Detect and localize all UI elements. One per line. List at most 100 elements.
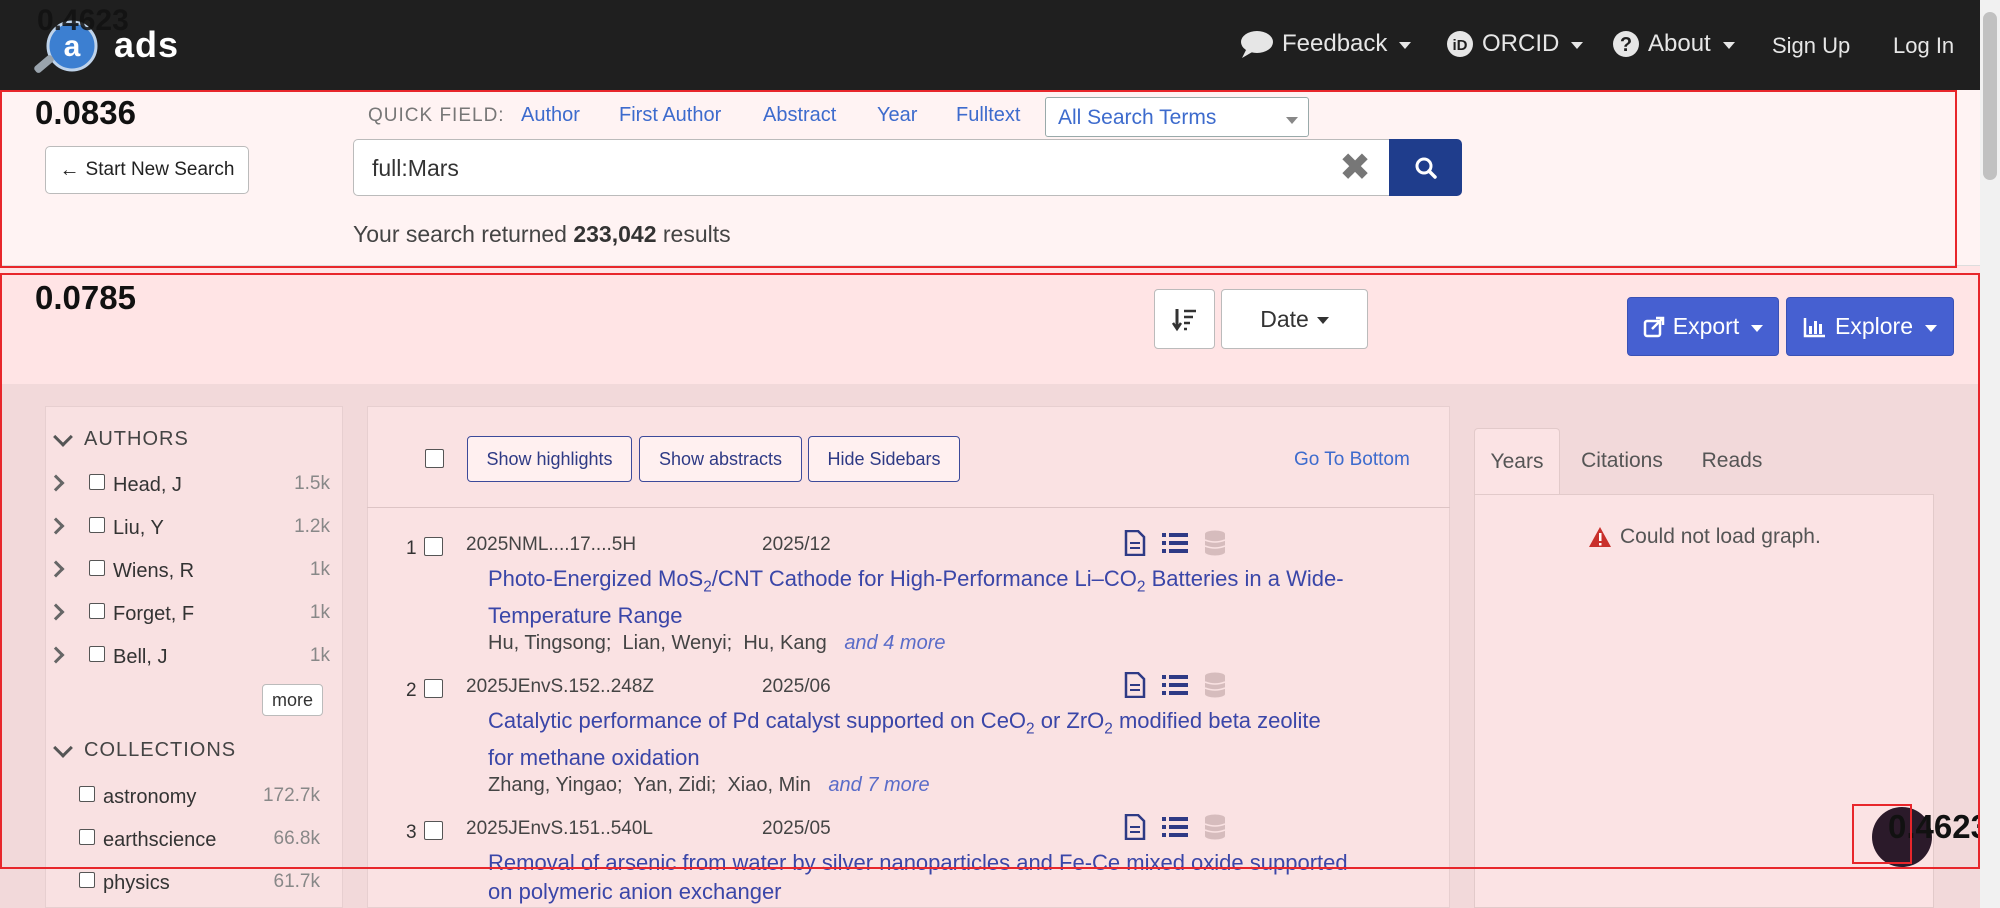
graph-error-message: Could not load graph. [1588, 525, 1821, 549]
graph-error-text: Could not load graph. [1620, 525, 1821, 548]
overlay-score-label: 0.0836 [35, 94, 136, 131]
facet-checkbox[interactable] [89, 474, 105, 490]
quick-field-first-author[interactable]: First Author [619, 104, 721, 127]
result-author[interactable]: Xiao, Min [727, 774, 810, 796]
explore-label: Explore [1835, 313, 1913, 339]
sort-descending-icon [1171, 309, 1196, 332]
result-title-link[interactable]: Catalytic performance of Pd catalyst sup… [488, 706, 1348, 772]
nav-about-label: About [1648, 30, 1711, 57]
facet-count: 61.7k [273, 871, 320, 892]
facet-author-name: Liu, Y [113, 517, 164, 539]
tab-reads[interactable]: Reads [1686, 428, 1778, 494]
svg-text:?: ? [1620, 34, 1632, 56]
facet-collection-name: physics [103, 872, 170, 894]
sort-field-dropdown[interactable]: Date [1221, 289, 1368, 349]
document-icon[interactable] [1124, 814, 1146, 840]
result-icons [1124, 530, 1226, 556]
document-icon[interactable] [1124, 530, 1146, 556]
list-icon[interactable] [1162, 816, 1188, 838]
export-button[interactable]: Export [1627, 297, 1779, 356]
sort-direction-button[interactable] [1154, 289, 1215, 349]
arrow-left-icon: ← [59, 158, 80, 181]
svg-text:iD: iD [1453, 37, 1468, 54]
share-square-icon [1643, 316, 1664, 337]
result-author[interactable]: Lian, Wenyi; [623, 632, 733, 654]
facet-count: 1k [309, 645, 330, 666]
result-number: 2 [406, 680, 417, 701]
bar-chart-icon [1803, 317, 1825, 337]
facet-checkbox[interactable] [89, 517, 105, 533]
result-icons [1124, 672, 1226, 698]
facet-count: 1.5k [294, 473, 330, 494]
nav-sign-up[interactable]: Sign Up [1772, 33, 1850, 59]
clear-search-icon[interactable]: ✖ [1339, 149, 1371, 187]
result-checkbox[interactable] [424, 679, 443, 698]
go-to-bottom-link[interactable]: Go To Bottom [1294, 449, 1410, 471]
show-abstracts-button[interactable]: Show abstracts [639, 436, 802, 482]
result-title-subscript: 2 [703, 578, 712, 596]
nav-about[interactable]: ? About [1612, 30, 1735, 58]
start-new-search-label: Start New Search [85, 159, 235, 180]
facet-checkbox[interactable] [89, 603, 105, 619]
authors-facet-header[interactable]: AUTHORS [53, 426, 189, 451]
result-suffix: results [662, 221, 731, 247]
question-circle-icon: ? [1613, 31, 1639, 57]
caret-down-icon [1286, 117, 1298, 124]
result-date: 2025/12 [762, 534, 831, 555]
result-author[interactable]: Zhang, Yingao; [488, 774, 623, 796]
orcid-icon: iD [1447, 31, 1473, 57]
result-title-text: Catalytic performance of Pd catalyst sup… [488, 708, 1027, 733]
tab-citations[interactable]: Citations [1566, 428, 1678, 494]
overlay-score-label: 0.0785 [35, 279, 136, 316]
nav-feedback[interactable]: Feedback [1240, 30, 1412, 58]
facet-checkbox[interactable] [79, 872, 95, 888]
more-authors-link[interactable]: and 4 more [844, 632, 945, 654]
result-bibcode[interactable]: 2025NML....17....5H [466, 534, 636, 556]
select-all-checkbox[interactable] [425, 449, 444, 468]
result-title-link[interactable]: Removal of arsenic from water by silver … [488, 848, 1348, 906]
quick-field-author[interactable]: Author [521, 104, 580, 127]
nav-orcid[interactable]: iD ORCID [1446, 30, 1584, 58]
result-title-link[interactable]: Photo-Energized MoS2/CNT Cathode for Hig… [488, 564, 1348, 630]
show-highlights-button[interactable]: Show highlights [467, 436, 632, 482]
search-input[interactable] [370, 154, 1270, 183]
facet-collection-name: astronomy [103, 786, 197, 808]
collections-facet-header[interactable]: COLLECTIONS [53, 737, 236, 762]
list-icon[interactable] [1162, 532, 1188, 554]
facet-more-button[interactable]: more [262, 684, 323, 716]
caret-down-icon [1751, 324, 1764, 332]
result-author[interactable]: Yan, Zidi; [633, 774, 716, 796]
result-bibcode[interactable]: 2025JEnvS.152..248Z [466, 676, 654, 698]
authors-facet-title: AUTHORS [84, 428, 189, 450]
top-navbar: a ads Feedback iD ORCID ? About Sign Up … [0, 0, 1980, 90]
scrollbar-thumb[interactable] [1983, 12, 1997, 180]
result-author[interactable]: Hu, Kang [743, 632, 826, 654]
document-icon[interactable] [1124, 672, 1146, 698]
search-button[interactable] [1389, 139, 1462, 196]
nav-orcid-label: ORCID [1482, 30, 1560, 57]
result-checkbox[interactable] [424, 821, 443, 840]
hide-sidebars-button[interactable]: Hide Sidebars [808, 436, 960, 482]
quick-field-abstract[interactable]: Abstract [763, 104, 836, 127]
list-icon[interactable] [1162, 674, 1188, 696]
facet-checkbox[interactable] [79, 829, 95, 845]
explore-button[interactable]: Explore [1786, 297, 1954, 356]
overlay-score-label: 0.4623 [37, 4, 129, 37]
quick-field-fulltext[interactable]: Fulltext [956, 104, 1020, 127]
facet-collection-name: earthscience [103, 829, 217, 851]
more-authors-link[interactable]: and 7 more [828, 774, 929, 796]
search-terms-value: All Search Terms [1058, 106, 1217, 129]
result-count: 233,042 [573, 221, 657, 247]
search-terms-select[interactable]: All Search Terms [1045, 97, 1309, 137]
result-bibcode[interactable]: 2025JEnvS.151..540L [466, 818, 653, 840]
caret-down-icon [1722, 42, 1735, 49]
start-new-search-button[interactable]: ← Start New Search [45, 146, 249, 194]
facet-checkbox[interactable] [79, 786, 95, 802]
nav-log-in[interactable]: Log In [1893, 33, 1954, 59]
tab-years[interactable]: Years [1474, 428, 1560, 494]
result-author[interactable]: Hu, Tingsong; [488, 632, 611, 654]
result-checkbox[interactable] [424, 537, 443, 556]
facet-checkbox[interactable] [89, 560, 105, 576]
quick-field-year[interactable]: Year [877, 104, 917, 127]
facet-checkbox[interactable] [89, 646, 105, 662]
